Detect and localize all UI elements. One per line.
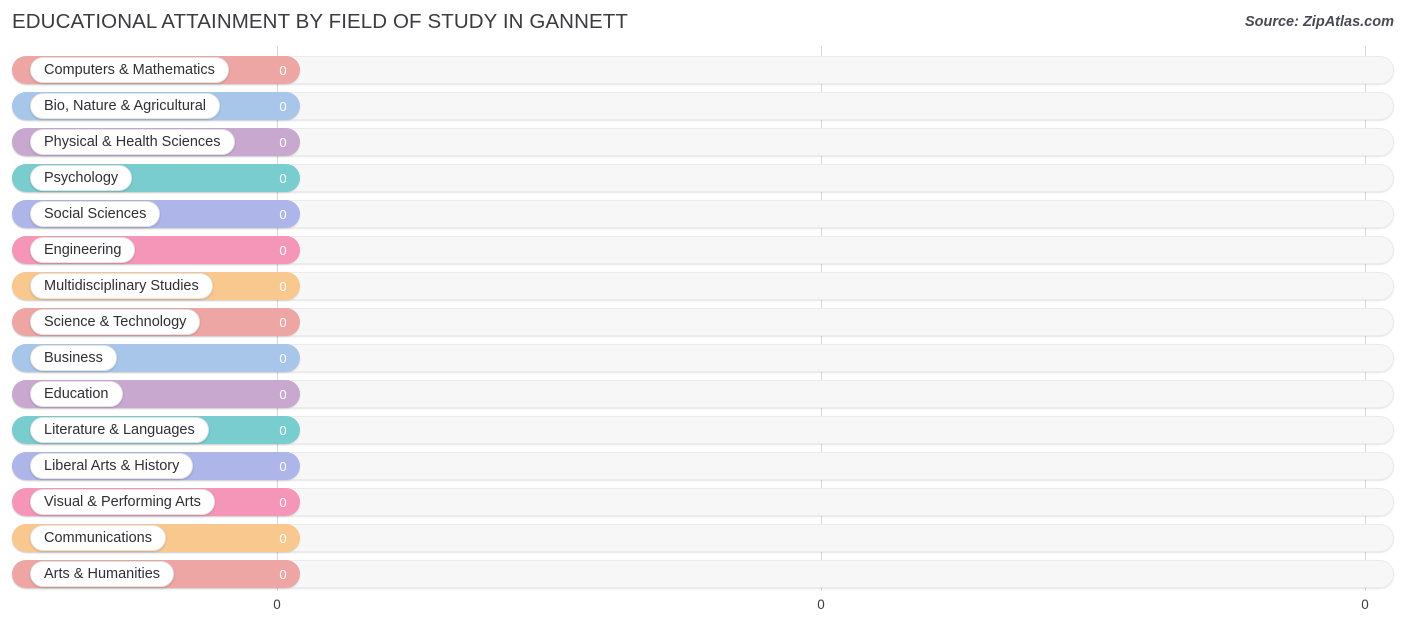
category-label-pill: Literature & Languages (30, 417, 209, 443)
bar-row[interactable]: Liberal Arts & History 0 (12, 452, 1394, 480)
x-axis-tick-label: 0 (273, 597, 281, 612)
category-label-pill: Arts & Humanities (30, 561, 175, 587)
bar-row[interactable]: Arts & Humanities 0 (12, 560, 1394, 588)
category-label-pill: Science & Technology (30, 309, 201, 335)
category-label-pill: Computers & Mathematics (30, 57, 229, 83)
bar-row[interactable]: Communications 0 (12, 524, 1394, 552)
category-label: Science & Technology (44, 313, 187, 330)
category-label: Literature & Languages (44, 421, 195, 438)
category-label-pill: Multidisciplinary Studies (30, 273, 213, 299)
category-label: Multidisciplinary Studies (44, 277, 199, 294)
category-label: Bio, Nature & Agricultural (44, 97, 206, 114)
category-label: Communications (44, 529, 152, 546)
bar-row[interactable]: Multidisciplinary Studies 0 (12, 272, 1394, 300)
bar-row[interactable]: Engineering 0 (12, 236, 1394, 264)
category-label-pill: Education (30, 381, 123, 407)
category-label-pill: Social Sciences (30, 201, 161, 227)
category-label-pill: Engineering (30, 237, 136, 263)
chart-root: EDUCATIONAL ATTAINMENT BY FIELD OF STUDY… (0, 0, 1406, 632)
category-label: Social Sciences (44, 205, 147, 222)
category-label: Engineering (44, 241, 122, 258)
bar-row[interactable]: Psychology 0 (12, 164, 1394, 192)
category-label: Visual & Performing Arts (44, 493, 201, 510)
bar-row[interactable]: Science & Technology 0 (12, 308, 1394, 336)
category-label-pill: Bio, Nature & Agricultural (30, 93, 220, 119)
category-label: Liberal Arts & History (44, 457, 180, 474)
category-label-pill: Liberal Arts & History (30, 453, 194, 479)
category-label: Physical & Health Sciences (44, 133, 221, 150)
category-label-pill: Physical & Health Sciences (30, 129, 235, 155)
plot-area: Computers & Mathematics 0 Bio, Nature & Ag… (0, 46, 1406, 595)
bar-row[interactable]: Physical & Health Sciences 0 (12, 128, 1394, 156)
category-label: Computers & Mathematics (44, 61, 215, 78)
category-label: Business (44, 349, 103, 366)
x-axis-tick-label: 0 (817, 597, 825, 612)
category-label: Psychology (44, 169, 119, 186)
bar-row[interactable]: Bio, Nature & Agricultural 0 (12, 92, 1394, 120)
category-label-pill: Communications (30, 525, 166, 551)
chart-header: EDUCATIONAL ATTAINMENT BY FIELD OF STUDY… (0, 0, 1406, 46)
bar-row[interactable]: Visual & Performing Arts 0 (12, 488, 1394, 516)
bar-row[interactable]: Computers & Mathematics 0 (12, 56, 1394, 84)
bar-row[interactable]: Business 0 (12, 344, 1394, 372)
bar-row[interactable]: Education 0 (12, 380, 1394, 408)
bar-row[interactable]: Literature & Languages 0 (12, 416, 1394, 444)
source-attribution: Source: ZipAtlas.com (1244, 14, 1394, 30)
category-label: Arts & Humanities (44, 565, 161, 582)
category-label: Education (44, 385, 109, 402)
page-title: EDUCATIONAL ATTAINMENT BY FIELD OF STUDY… (12, 10, 629, 33)
x-axis: 0 0 0 (0, 595, 1406, 632)
category-label-pill: Visual & Performing Arts (30, 489, 215, 515)
bar-row[interactable]: Social Sciences 0 (12, 200, 1394, 228)
bar-rows: Computers & Mathematics 0 Bio, Nature & Ag… (0, 46, 1406, 595)
category-label-pill: Business (30, 345, 117, 371)
x-axis-tick-label: 0 (1361, 597, 1369, 612)
category-label-pill: Psychology (30, 165, 133, 191)
